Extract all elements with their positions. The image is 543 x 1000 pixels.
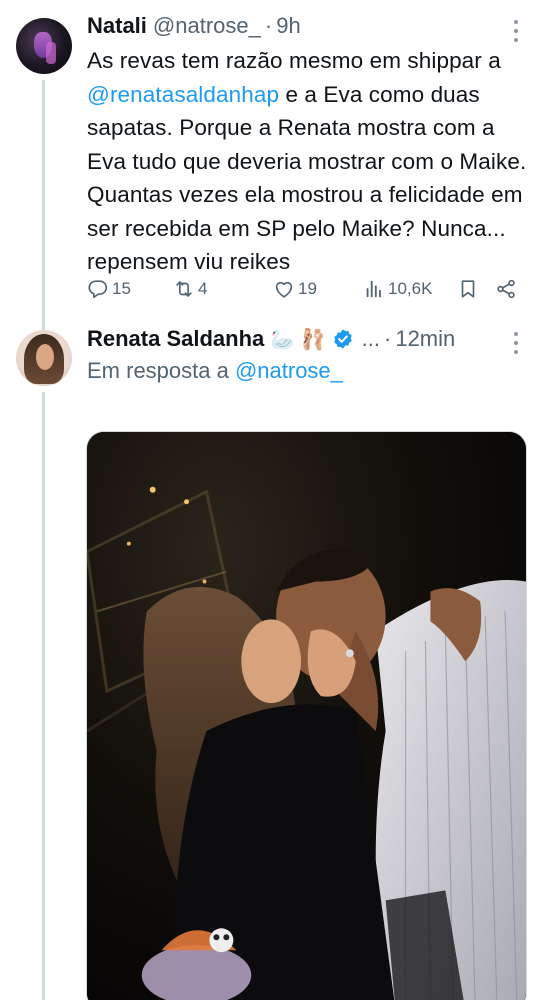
avatar-renata[interactable] (16, 330, 72, 386)
share-button[interactable] (495, 278, 517, 300)
tweet-header: Renata Saldanha 🦢 🩰 ... · 12min (87, 326, 455, 352)
avatar-art-accent (46, 42, 56, 64)
separator-dot: · (384, 326, 392, 351)
share-icon (497, 279, 515, 299)
mention-link[interactable]: @renatasaldanhap (87, 82, 279, 107)
reply-icon (88, 280, 108, 299)
reply-context: Em resposta a @natrose_ (87, 358, 343, 384)
more-options-icon[interactable] (511, 332, 521, 354)
tweet-media-photo[interactable] (86, 431, 527, 1000)
tweet-header: Natali @natrose_ · 9h (87, 13, 301, 39)
separator-dot: · (264, 13, 273, 38)
bookmark-icon (461, 280, 475, 298)
user-handle[interactable]: @natrose_ (153, 13, 261, 39)
views-count: 10,6K (388, 279, 433, 298)
tweet-text-part: e a Eva como duas sapatas. Porque a Rena… (87, 81, 527, 275)
tweet-timestamp[interactable]: 9h (276, 13, 300, 39)
avatar-photo-face (36, 344, 54, 370)
name-truncation: ... (361, 326, 380, 351)
tweet-timestamp[interactable]: 12min (395, 326, 455, 352)
repost-button[interactable]: 4 (173, 278, 207, 300)
heart-icon (275, 281, 293, 298)
more-options-icon[interactable] (511, 20, 521, 42)
tweet-text: As revas tem razão mesmo em shippar a @r… (87, 44, 527, 279)
thread-connector-line-reply (42, 392, 45, 1000)
verified-badge-icon[interactable] (332, 328, 354, 350)
thread-connector-line (42, 80, 45, 334)
reply-handle-link[interactable]: @natrose_ (235, 358, 343, 383)
display-name-emojis: 🦢 🩰 (270, 328, 326, 351)
avatar-natali[interactable] (16, 18, 72, 74)
like-count: 19 (298, 279, 317, 298)
views-icon (366, 280, 381, 298)
reply-button[interactable]: 15 (87, 278, 131, 300)
tweet-actions: 15 4 19 10,6K (87, 276, 527, 306)
reply-count: 15 (112, 279, 131, 298)
views-button[interactable]: 10,6K (363, 278, 432, 300)
bookmark-button[interactable] (457, 278, 479, 300)
display-name[interactable]: Natali (87, 13, 147, 39)
photo-image (87, 432, 526, 1000)
tweet-text-part: As revas tem razão mesmo em shippar a (87, 48, 501, 73)
repost-icon (176, 281, 192, 297)
like-button[interactable]: 19 (273, 278, 317, 300)
display-name[interactable]: Renata Saldanha (87, 326, 264, 352)
reply-prefix: Em resposta a (87, 358, 235, 383)
repost-count: 4 (198, 279, 208, 298)
